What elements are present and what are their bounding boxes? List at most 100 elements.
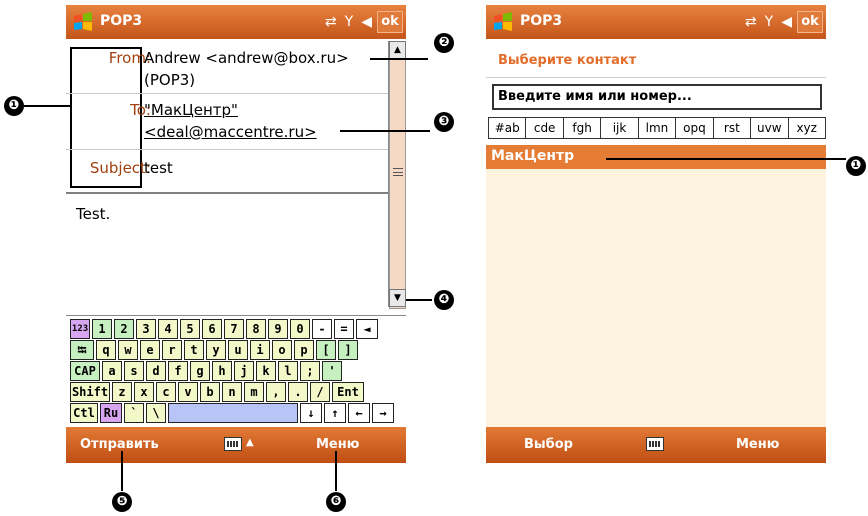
scroll-up-icon[interactable]: ▲ (389, 41, 406, 59)
keyboard-key[interactable]: 5 (180, 319, 200, 339)
sync-icon[interactable]: ⇄ (745, 13, 757, 31)
keyboard-key[interactable]: k (256, 361, 276, 381)
keyboard-key[interactable]: a (102, 361, 122, 381)
keyboard-key[interactable]: m (244, 382, 264, 402)
keyboard-key[interactable]: ← (348, 403, 370, 423)
from-field[interactable]: Andrew <andrew@box.ru> (144, 49, 349, 67)
keyboard-icon[interactable] (646, 437, 664, 451)
ok-button[interactable]: ok (377, 11, 403, 33)
keyboard-key[interactable]: ⭾ (70, 340, 94, 360)
keyboard-key[interactable]: n (222, 382, 242, 402)
alphabet-tab[interactable]: cde (526, 118, 564, 138)
alphabet-tab[interactable]: #ab (489, 118, 527, 138)
menu-button[interactable]: Меню (316, 437, 359, 452)
keyboard-key[interactable]: ◄ (356, 319, 378, 339)
contact-row[interactable]: МакЦентр (486, 145, 826, 169)
keyboard-key[interactable]: c (156, 382, 176, 402)
to-field[interactable]: "МакЦентр" (144, 101, 238, 119)
input-selector-arrow-icon[interactable]: ▲ (246, 437, 254, 448)
keyboard-key[interactable]: [ (316, 340, 336, 360)
sync-icon[interactable]: ⇄ (325, 13, 337, 31)
signal-icon[interactable]: Y (765, 13, 774, 31)
message-body[interactable]: Test. (76, 205, 110, 223)
keyboard-key[interactable]: ; (300, 361, 320, 381)
keyboard-key[interactable]: g (190, 361, 210, 381)
keyboard-key[interactable]: Shift (70, 382, 110, 402)
keyboard-icon[interactable] (224, 437, 242, 451)
keyboard-key[interactable]: s (124, 361, 144, 381)
keyboard-key[interactable]: 123 (70, 319, 90, 339)
subject-field[interactable]: test (144, 159, 173, 177)
keyboard-key[interactable]: ` (124, 403, 144, 423)
signal-icon[interactable]: Y (345, 13, 354, 31)
alphabet-tab[interactable]: rst (713, 118, 752, 138)
keyboard-key[interactable]: 6 (202, 319, 222, 339)
keyboard-key[interactable]: i (250, 340, 270, 360)
keyboard-key[interactable]: ↓ (300, 403, 322, 423)
keyboard-key[interactable]: u (228, 340, 248, 360)
contact-name: МакЦентр (491, 148, 575, 164)
keyboard-key[interactable]: x (134, 382, 154, 402)
keyboard-key[interactable]: 0 (290, 319, 310, 339)
keyboard-key[interactable]: d (146, 361, 166, 381)
volume-icon[interactable]: ◀ (781, 13, 792, 31)
keyboard-key[interactable]: q (96, 340, 116, 360)
keyboard-key[interactable]: b (200, 382, 220, 402)
keyboard-key[interactable]: Ent (332, 382, 364, 402)
contact-search-input[interactable]: Введите имя или номер... (492, 84, 822, 110)
keyboard-key[interactable]: y (206, 340, 226, 360)
ok-button[interactable]: ok (797, 11, 823, 33)
keyboard-key[interactable]: ' (322, 361, 342, 381)
keyboard-key[interactable]: = (334, 319, 354, 339)
vertical-scrollbar[interactable]: ▲ ▼ (388, 41, 406, 309)
keyboard-key[interactable]: CAP (70, 361, 100, 381)
keyboard-key[interactable]: , (266, 382, 286, 402)
alphabet-tab[interactable]: lmn (638, 118, 677, 138)
alphabet-tab[interactable]: ijk (601, 118, 639, 138)
keyboard-key[interactable]: 4 (158, 319, 178, 339)
keyboard-key[interactable]: 1 (92, 319, 112, 339)
scroll-thumb[interactable] (389, 59, 406, 309)
keyboard-key[interactable]: 9 (268, 319, 288, 339)
keyboard-key[interactable]: - (312, 319, 332, 339)
menu-button[interactable]: Меню (736, 437, 779, 452)
send-button[interactable]: Отправить (80, 437, 159, 452)
keyboard-key[interactable]: ] (338, 340, 358, 360)
windows-start-icon[interactable] (492, 12, 514, 32)
keyboard-key[interactable]: e (140, 340, 160, 360)
callout-1: ❶ (4, 96, 24, 116)
keyboard-key[interactable]: o (272, 340, 292, 360)
alphabet-tab[interactable]: xyz (788, 118, 825, 138)
keyboard-key[interactable]: 7 (224, 319, 244, 339)
keyboard-key[interactable]: / (310, 382, 330, 402)
keyboard-key[interactable]: Ctl (70, 403, 98, 423)
windows-start-icon[interactable] (72, 12, 94, 32)
keyboard-key[interactable]: l (278, 361, 298, 381)
alphabet-tab[interactable]: uvw (751, 118, 789, 138)
keyboard-key[interactable]: 8 (246, 319, 266, 339)
keyboard-key[interactable]: w (118, 340, 138, 360)
keyboard-key[interactable]: f (168, 361, 188, 381)
alphabet-tab[interactable]: fgh (563, 118, 602, 138)
spacebar-key[interactable] (168, 403, 298, 423)
keyboard-key[interactable]: 2 (114, 319, 134, 339)
keyboard-key[interactable]: Ru (100, 403, 122, 423)
keyboard-key[interactable]: → (372, 403, 394, 423)
keyboard-key[interactable]: v (178, 382, 198, 402)
keyboard-key[interactable]: j (234, 361, 254, 381)
keyboard-key[interactable]: p (294, 340, 314, 360)
alphabet-tab[interactable]: opq (676, 118, 714, 138)
scroll-down-icon[interactable]: ▼ (389, 289, 406, 307)
select-button[interactable]: Выбор (524, 437, 573, 452)
keyboard-key[interactable]: . (288, 382, 308, 402)
keyboard-key[interactable]: t (184, 340, 204, 360)
keyboard-key[interactable]: ↑ (324, 403, 346, 423)
keyboard-key[interactable]: 3 (136, 319, 156, 339)
callout-line (606, 158, 846, 160)
keyboard-key[interactable]: z (112, 382, 132, 402)
keyboard-key[interactable]: \ (146, 403, 166, 423)
keyboard-key[interactable]: h (212, 361, 232, 381)
to-address[interactable]: <deal@maccentre.ru> (144, 123, 317, 141)
keyboard-key[interactable]: r (162, 340, 182, 360)
volume-icon[interactable]: ◀ (361, 13, 372, 31)
